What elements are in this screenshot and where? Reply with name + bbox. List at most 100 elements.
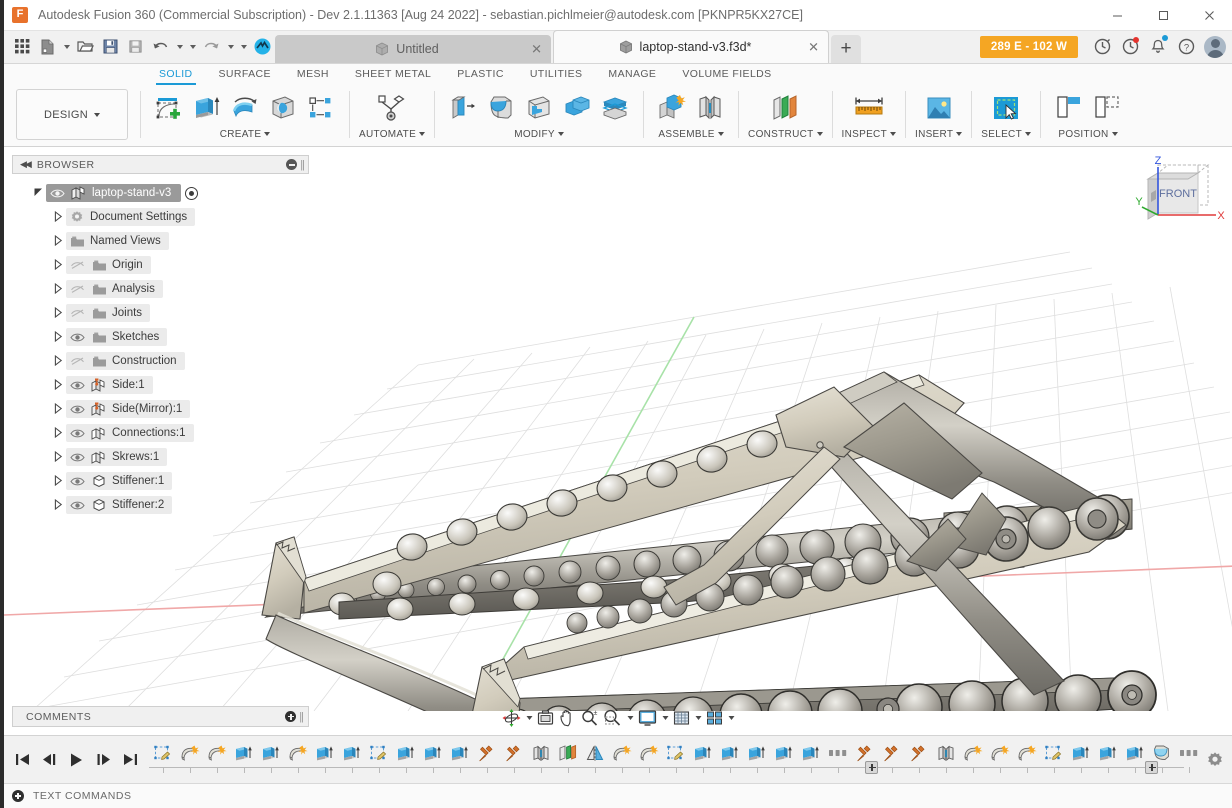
press-pull-icon[interactable] [444,88,482,128]
timeline-feature-extrude-icon[interactable] [419,739,446,773]
timeline-feature-extrude-icon[interactable] [1094,739,1121,773]
viewports-dropdown[interactable] [726,705,737,731]
fillet-icon[interactable] [482,88,520,128]
expand-arrow-icon[interactable] [50,282,66,296]
pattern-icon[interactable] [302,88,340,128]
new-file-dropdown[interactable] [60,30,73,63]
maximize-button[interactable] [1140,0,1186,31]
tree-row-root[interactable]: laptop-stand-v3 [12,181,309,205]
visibility-eye-icon[interactable] [46,188,68,199]
orbit-icon[interactable] [500,705,524,731]
new-file-icon[interactable] [35,30,60,63]
timeline-settings-icon[interactable] [1198,736,1232,784]
timeline-feature-sketch-icon[interactable] [662,739,689,773]
timeline-track[interactable] [149,736,1198,784]
add-comment-icon[interactable] [285,711,297,722]
expand-icon[interactable] [12,790,24,802]
timeline-group-expand[interactable] [1145,760,1158,774]
minimize-button[interactable] [1094,0,1140,31]
open-icon[interactable] [73,30,98,63]
tab-close-icon[interactable]: ✕ [531,43,542,56]
timeline-feature-extrude-icon[interactable] [230,739,257,773]
bell-icon[interactable] [1144,30,1172,63]
zoom-window-dropdown[interactable] [625,705,636,731]
grid-snaps-dropdown[interactable] [693,705,704,731]
timeline-feature-extrude-icon[interactable] [1067,739,1094,773]
play-forward-button[interactable] [64,745,89,775]
orbit-dropdown[interactable] [524,705,535,731]
tree-row-origin[interactable]: Origin [12,253,309,277]
expand-arrow-icon[interactable] [50,450,66,464]
tab-untitled[interactable]: Untitled ✕ [275,35,551,63]
step-back-button[interactable] [37,745,62,775]
tree-row-joints[interactable]: Joints [12,301,309,325]
timeline-feature-sketch-icon[interactable] [149,739,176,773]
notifications-activity-icon[interactable] [1116,30,1144,63]
expand-arrow-icon[interactable] [50,354,66,368]
go-to-end-button[interactable] [118,745,143,775]
tree-row-side-mirror-1[interactable]: Side(Mirror):1 [12,397,309,421]
save-icon[interactable] [98,30,123,63]
redo-dropdown[interactable] [224,30,237,63]
timeline-feature-construct-plane-icon[interactable] [554,739,581,773]
grid-snaps-icon[interactable] [671,705,693,731]
collapse-panel-icon[interactable]: ◀◀ [20,159,32,170]
timeline-feature-extrude-icon[interactable] [716,739,743,773]
timeline-feature-extrude-icon[interactable] [446,739,473,773]
ribbon-tab-manage[interactable]: MANAGE [595,64,669,85]
go-to-beginning-button[interactable] [10,745,35,775]
tree-row-sketches[interactable]: Sketches [12,325,309,349]
timeline-feature-revolve-icon[interactable] [608,739,635,773]
timeline-feature-extrude-icon[interactable] [392,739,419,773]
app-grid-icon[interactable] [10,30,35,63]
timeline-feature-joint-icon[interactable] [932,739,959,773]
create-sketch-icon[interactable] [150,88,188,128]
undo-dropdown[interactable] [173,30,186,63]
visibility-eye-hidden-icon[interactable] [66,307,88,319]
visibility-eye-hidden-icon[interactable] [66,355,88,367]
move-copy-icon[interactable] [1088,88,1126,128]
timeline-feature-sketch-icon[interactable] [365,739,392,773]
timeline-feature-pattern-icon[interactable] [1175,739,1198,773]
visibility-eye-icon[interactable] [66,332,88,343]
shell-icon[interactable] [520,88,558,128]
redo-history-dropdown[interactable] [237,30,250,63]
joint-icon[interactable] [691,88,729,128]
expand-arrow-icon[interactable] [50,330,66,344]
revolve-icon[interactable] [226,88,264,128]
expand-arrow-icon[interactable] [50,474,66,488]
expand-arrow-icon[interactable] [50,258,66,272]
timeline-feature-extrude-icon[interactable] [770,739,797,773]
comments-panel[interactable]: COMMENTS || [12,706,309,727]
expand-arrow-icon[interactable] [50,498,66,512]
offset-face-icon[interactable] [596,88,634,128]
redo-icon[interactable] [199,30,224,63]
activate-component-radio[interactable] [185,186,199,200]
ribbon-tab-solid[interactable]: SOLID [146,64,206,85]
comments-resize-grip[interactable]: || [299,711,304,723]
extrude-icon[interactable] [188,88,226,128]
expand-arrow-icon[interactable] [50,378,66,392]
visibility-eye-icon[interactable] [66,428,88,439]
align-icon[interactable] [1050,88,1088,128]
undo-history-dropdown[interactable] [186,30,199,63]
timeline-feature-pin-icon[interactable] [905,739,932,773]
expand-arrow-icon[interactable] [50,234,66,248]
timeline-feature-extrude-icon[interactable] [338,739,365,773]
workspace-selector[interactable]: DESIGN [16,89,128,140]
step-forward-button[interactable] [91,745,116,775]
save-as-icon[interactable] [123,30,148,63]
expand-arrow-icon[interactable] [50,426,66,440]
tree-row-skrews-1[interactable]: Skrews:1 [12,445,309,469]
display-settings-icon[interactable] [636,705,660,731]
tree-row-connections-1[interactable]: Connections:1 [12,421,309,445]
look-at-icon[interactable] [535,705,557,731]
timeline-feature-extrude-icon[interactable] [1121,739,1148,773]
timeline-feature-pattern-icon[interactable] [824,739,851,773]
display-settings-dropdown[interactable] [660,705,671,731]
undo-icon[interactable] [148,30,173,63]
timeline-feature-pin-icon[interactable] [878,739,905,773]
ribbon-tab-plastic[interactable]: PLASTIC [444,64,517,85]
tree-row-stiffener-2[interactable]: Stiffener:2 [12,493,309,517]
power-status-badge[interactable]: 289 E - 102 W [979,35,1078,58]
